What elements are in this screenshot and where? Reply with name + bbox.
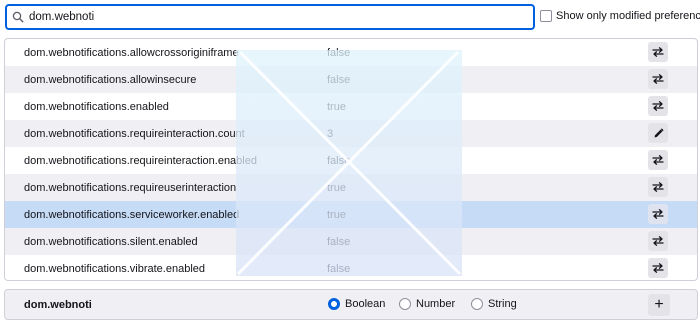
- toggle-icon: [652, 182, 664, 192]
- search-input[interactable]: [29, 7, 519, 27]
- pref-row[interactable]: dom.webnotifications.requireuserinteract…: [5, 174, 697, 201]
- toggle-button[interactable]: [648, 258, 668, 278]
- type-option-string[interactable]: String: [471, 298, 517, 310]
- pref-value: false: [327, 46, 351, 59]
- pref-name: dom.webnotifications.requireuserinteract…: [24, 181, 237, 194]
- pref-row[interactable]: dom.webnotifications.vibrate.enabled fals…: [5, 255, 697, 280]
- toggle-button[interactable]: [648, 42, 668, 62]
- pref-value: false: [327, 73, 351, 86]
- pref-value: true: [327, 208, 346, 221]
- toggle-icon: [652, 101, 664, 111]
- pref-name: dom.webnotifications.serviceworker.enabl…: [24, 208, 240, 221]
- new-pref-bar: dom.webnoti Boolean Number String +: [4, 289, 698, 320]
- type-label-string: String: [488, 298, 517, 310]
- toggle-icon: [652, 236, 664, 246]
- new-pref-name: dom.webnoti: [24, 298, 92, 311]
- plus-icon: +: [654, 296, 664, 313]
- pref-name: dom.webnotifications.requireinteraction.…: [24, 127, 245, 140]
- pref-name: dom.webnotifications.enabled: [24, 100, 169, 113]
- pref-row[interactable]: dom.webnotifications.serviceworker.enabl…: [5, 201, 697, 228]
- radio-boolean[interactable]: [328, 298, 340, 310]
- toggle-button[interactable]: [648, 177, 668, 197]
- search-box[interactable]: [5, 4, 535, 30]
- edit-button[interactable]: [648, 123, 668, 143]
- pref-row[interactable]: dom.webnotifications.requireinteraction.…: [5, 147, 697, 174]
- pref-value: false: [327, 262, 351, 275]
- pref-value: true: [327, 100, 346, 113]
- show-modified-option[interactable]: Show only modified preferences: [540, 10, 700, 22]
- pref-value: false: [327, 235, 351, 248]
- pref-name: dom.webnotifications.allowinsecure: [24, 73, 197, 86]
- toggle-icon: [652, 47, 664, 57]
- type-option-boolean[interactable]: Boolean: [328, 298, 385, 310]
- toggle-button[interactable]: [648, 150, 668, 170]
- toggle-icon: [652, 74, 664, 84]
- pref-value: false: [327, 154, 351, 167]
- toggle-icon: [652, 263, 664, 273]
- pref-row[interactable]: dom.webnotifications.enabled true: [5, 93, 697, 120]
- toggle-button[interactable]: [648, 204, 668, 224]
- type-option-number[interactable]: Number: [399, 298, 455, 310]
- toggle-button[interactable]: [648, 69, 668, 89]
- pref-row[interactable]: dom.webnotifications.allowcrossoriginifr…: [5, 39, 697, 66]
- show-modified-label: Show only modified preferences: [556, 10, 700, 22]
- toggle-button[interactable]: [648, 96, 668, 116]
- toggle-button[interactable]: [648, 231, 668, 251]
- toggle-icon: [652, 155, 664, 165]
- type-label-boolean: Boolean: [345, 298, 386, 310]
- type-label-number: Number: [416, 298, 456, 310]
- pref-name: dom.webnotifications.allowcrossoriginifr…: [24, 46, 239, 59]
- pref-name: dom.webnotifications.vibrate.enabled: [24, 262, 206, 275]
- pref-row[interactable]: dom.webnotifications.requireinteraction.…: [5, 120, 697, 147]
- pref-value: true: [327, 181, 346, 194]
- radio-string[interactable]: [471, 298, 483, 310]
- pref-row[interactable]: dom.webnotifications.allowinsecure false: [5, 66, 697, 93]
- edit-icon: [653, 127, 664, 139]
- search-icon: [7, 11, 29, 23]
- pref-value: 3: [327, 127, 334, 140]
- show-modified-checkbox[interactable]: [540, 10, 552, 22]
- radio-number[interactable]: [399, 298, 411, 310]
- pref-name: dom.webnotifications.requireinteraction.…: [24, 154, 257, 167]
- prefs-table: dom.webnotifications.allowcrossoriginifr…: [4, 38, 698, 281]
- pref-name: dom.webnotifications.silent.enabled: [24, 235, 198, 248]
- toggle-icon: [652, 209, 664, 219]
- add-pref-button[interactable]: +: [648, 294, 670, 316]
- pref-row[interactable]: dom.webnotifications.silent.enabled false: [5, 228, 697, 255]
